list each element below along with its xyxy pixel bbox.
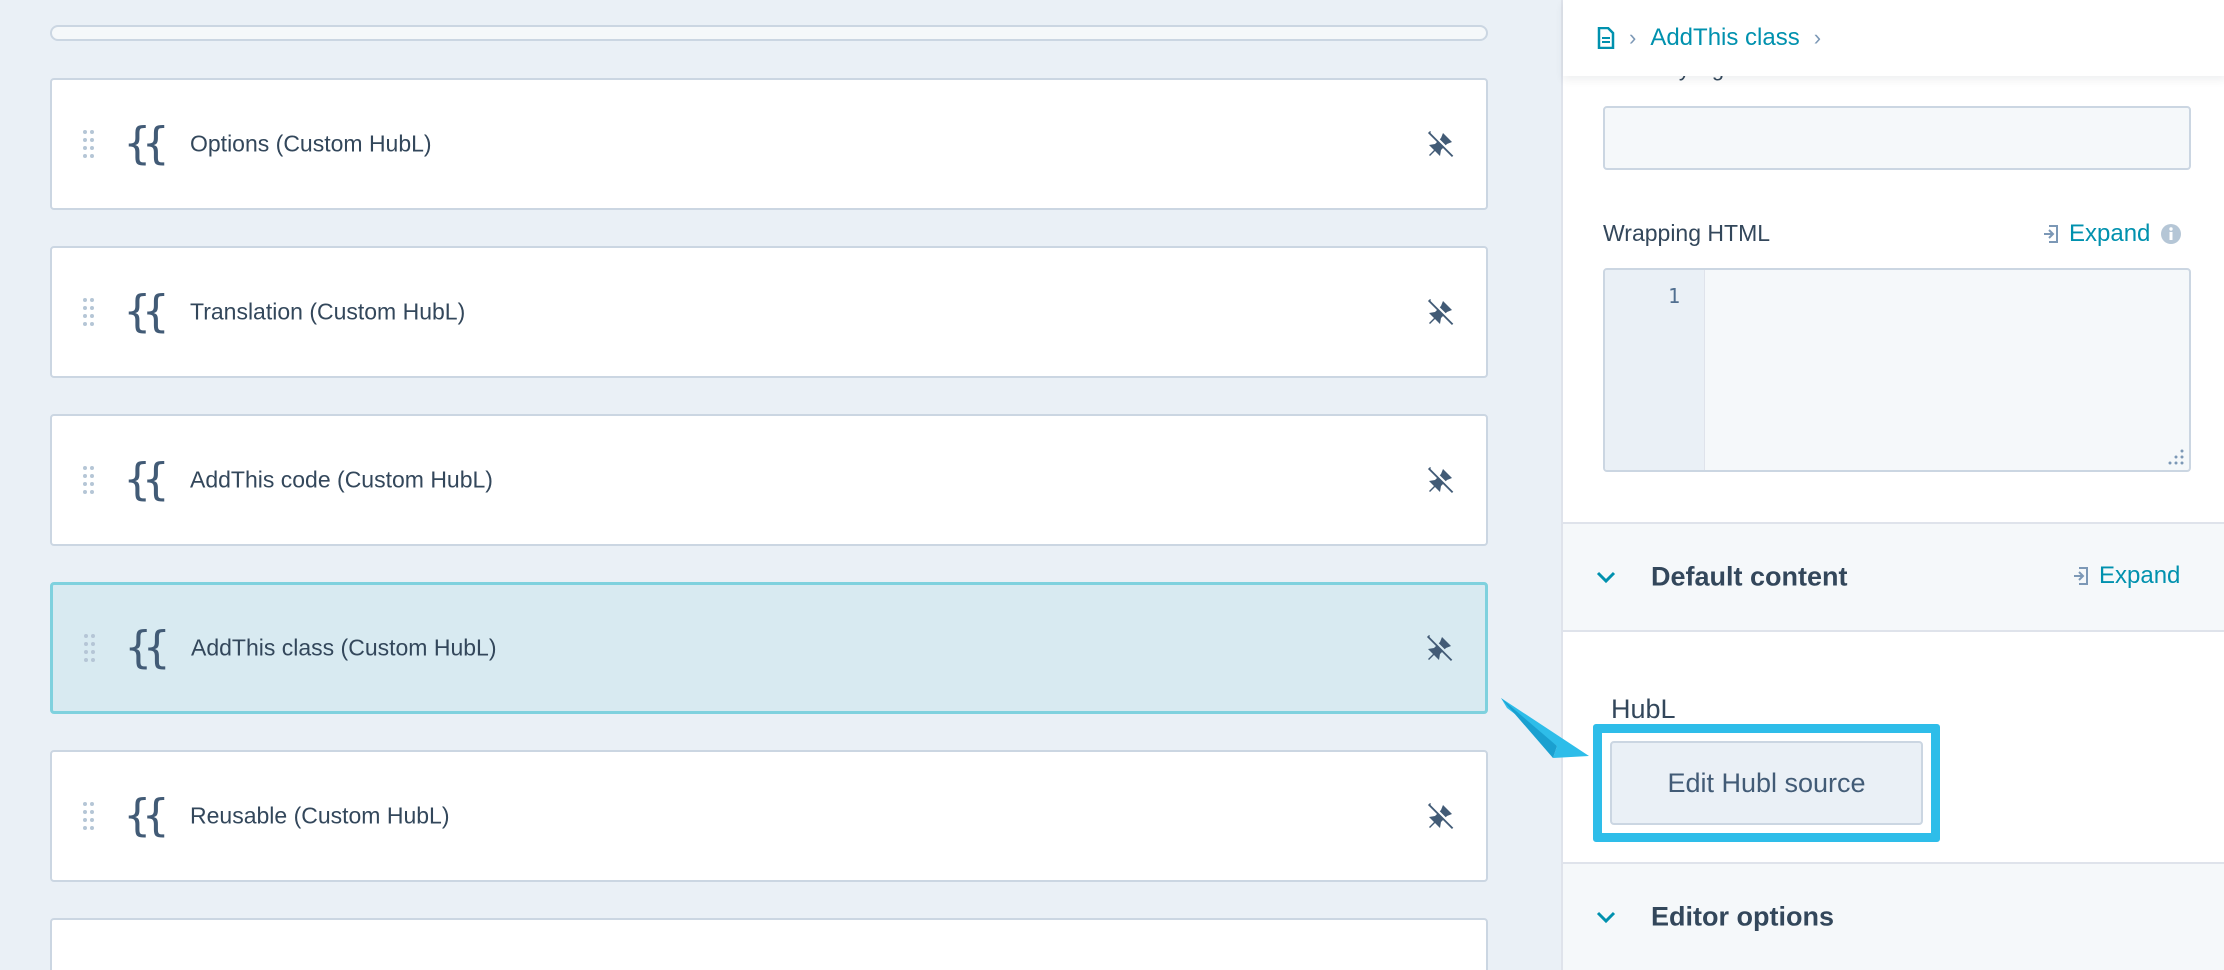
default-content-title: Default content <box>1651 561 1848 592</box>
breadcrumb-current[interactable]: AddThis class <box>1650 24 1799 52</box>
editor-options-title: Editor options <box>1651 901 1834 932</box>
wrapping-html-expand-link[interactable]: Expand <box>2043 220 2182 248</box>
module-list-top-bar <box>50 25 1488 41</box>
inspector-panel: › AddThis class › Inline styling Wrappin… <box>1561 0 2224 970</box>
unpin-icon[interactable] <box>1426 801 1456 831</box>
expand-icon <box>2044 225 2058 243</box>
hubl-braces-icon: {{ <box>124 118 169 169</box>
expand-label: Expand <box>2099 562 2181 589</box>
line-number: 1 <box>1667 284 1680 308</box>
wrapping-html-label: Wrapping HTML <box>1603 220 1771 246</box>
chevron-right-icon: › <box>1629 25 1637 50</box>
default-content-expand-link[interactable]: Expand <box>2073 562 2180 590</box>
line-number-gutter: 1 <box>1605 270 1705 470</box>
wrapping-html-code-editor[interactable]: 1 <box>1603 268 2191 472</box>
inline-styling-input[interactable] <box>1603 106 2191 170</box>
expand-icon <box>2074 567 2088 585</box>
drag-handle-icon[interactable] <box>83 633 97 663</box>
unpin-icon[interactable] <box>1425 633 1455 663</box>
file-icon[interactable] <box>1597 27 1615 49</box>
pointer-arrow-icon <box>1501 698 1589 758</box>
hubl-braces-icon: {{ <box>124 790 169 841</box>
module-list-panel: {{ Options (Custom HubL) {{ Translation … <box>0 0 1561 970</box>
hubl-label: HubL <box>1611 694 1676 724</box>
chevron-down-icon <box>1596 571 1616 584</box>
hubl-braces-icon: {{ <box>124 454 169 505</box>
chevron-down-icon <box>1596 911 1616 924</box>
resize-handle-icon[interactable] <box>2167 448 2185 466</box>
module-row-partial[interactable] <box>50 918 1488 970</box>
highlight-box: Edit Hubl source <box>1593 724 1940 842</box>
module-row-reusable[interactable]: {{ Reusable (Custom HubL) <box>50 750 1488 882</box>
edit-hubl-source-button[interactable]: Edit Hubl source <box>1610 741 1923 825</box>
module-label: Options (Custom HubL) <box>190 130 432 157</box>
module-label: Reusable (Custom HubL) <box>190 802 450 829</box>
chevron-right-icon: › <box>1813 25 1822 50</box>
drag-handle-icon[interactable] <box>82 129 96 159</box>
hubl-braces-icon: {{ <box>124 286 169 337</box>
editor-options-section-header[interactable]: Editor options <box>1563 862 2224 970</box>
default-content-section-header[interactable]: Default content Expand <box>1563 522 2224 632</box>
module-label: Translation (Custom HubL) <box>190 298 466 325</box>
unpin-icon[interactable] <box>1426 297 1456 327</box>
expand-label: Expand <box>2069 220 2151 247</box>
drag-handle-icon[interactable] <box>82 465 96 495</box>
unpin-icon[interactable] <box>1426 465 1456 495</box>
drag-handle-icon[interactable] <box>82 801 96 831</box>
module-row-translation[interactable]: {{ Translation (Custom HubL) <box>50 246 1488 378</box>
drag-handle-icon[interactable] <box>82 297 96 327</box>
unpin-icon[interactable] <box>1426 129 1456 159</box>
module-row-addthis-class[interactable]: {{ AddThis class (Custom HubL) <box>50 582 1488 714</box>
info-icon[interactable] <box>2160 223 2182 245</box>
module-label: AddThis class (Custom HubL) <box>191 634 497 661</box>
module-label: AddThis code (Custom HubL) <box>190 466 493 493</box>
breadcrumb: › AddThis class › <box>1563 0 2224 76</box>
hubl-braces-icon: {{ <box>125 622 170 673</box>
module-row-addthis-code[interactable]: {{ AddThis code (Custom HubL) <box>50 414 1488 546</box>
module-row-options[interactable]: {{ Options (Custom HubL) <box>50 78 1488 210</box>
